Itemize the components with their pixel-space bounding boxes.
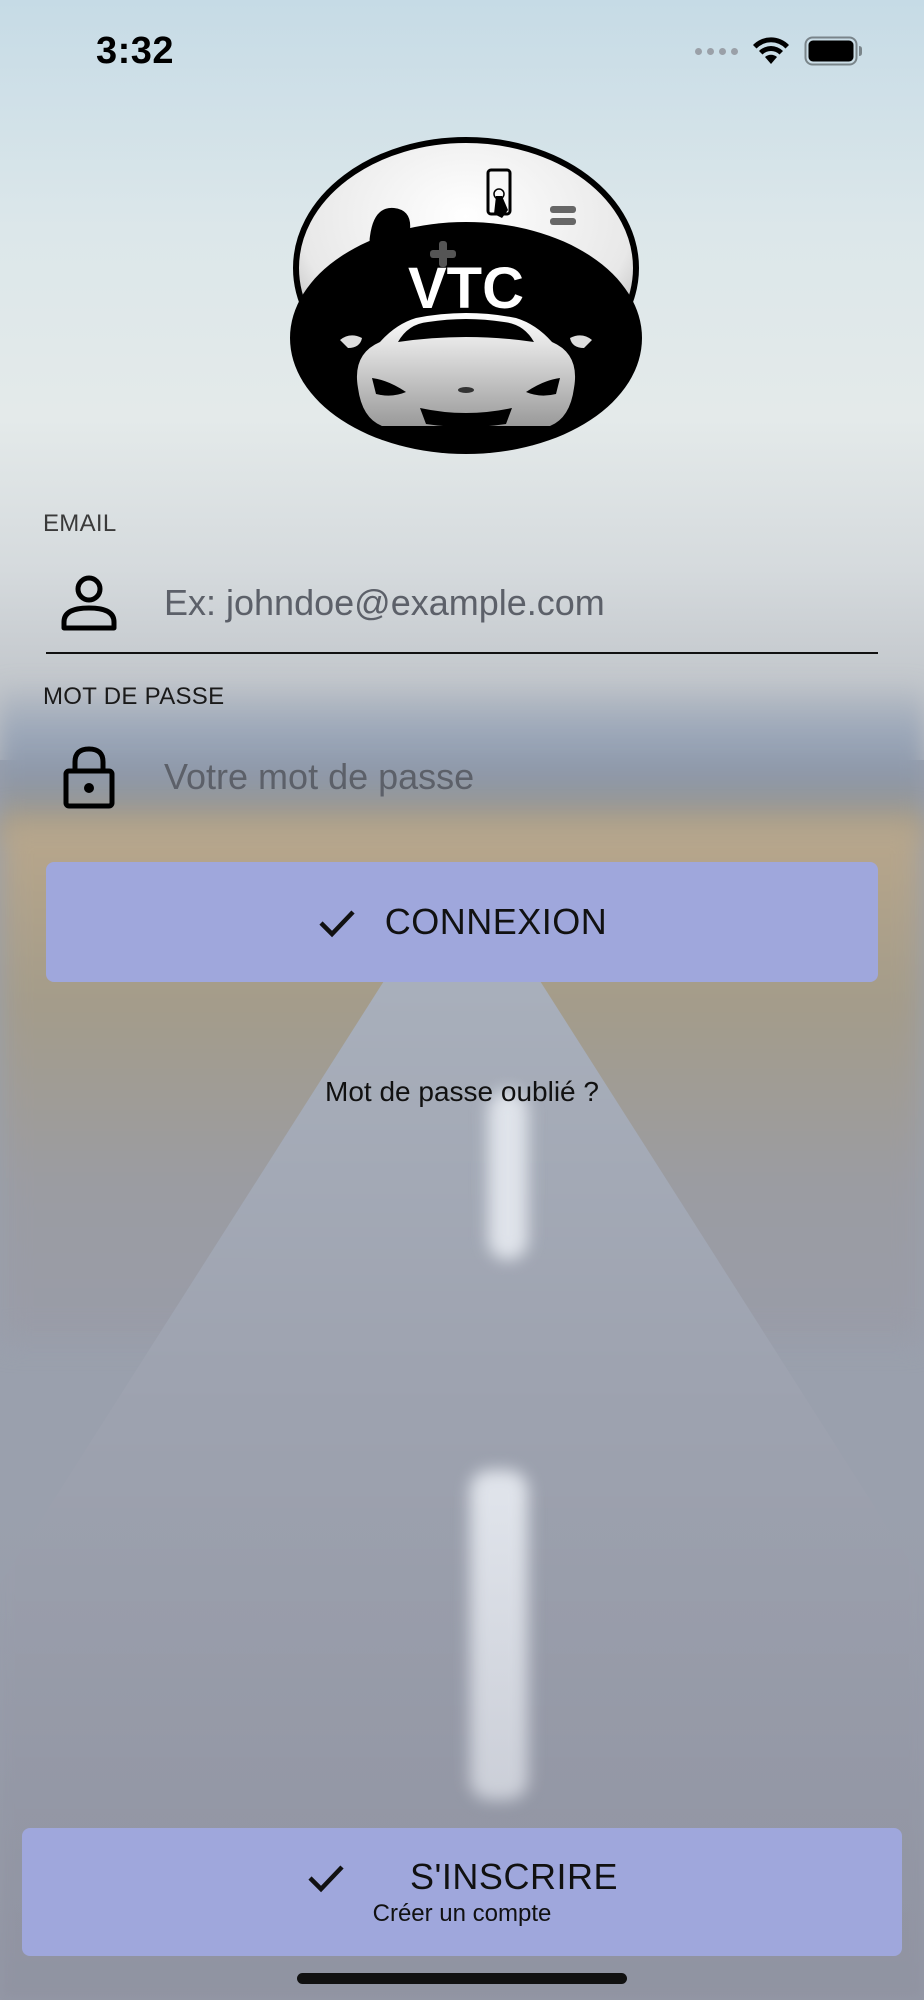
status-bar: 3:32 [0,0,924,100]
wifi-icon [753,37,789,64]
checkmark-icon [308,1865,344,1893]
signup-button-sublabel: Créer un compte [372,1900,552,1927]
forgot-password-link[interactable]: Mot de passe oublié ? [0,1076,924,1108]
cellular-signal-icon [695,47,738,55]
svg-text:VTC: VTC [408,256,524,321]
login-button-label: CONNEXION [384,901,608,942]
status-time: 3:32 [96,30,175,72]
lock-icon [63,746,115,809]
signup-button[interactable]: S'INSCRIRE Créer un compte [22,1828,902,1956]
checkmark-icon [319,910,355,938]
email-input[interactable] [162,572,866,634]
battery-icon [804,36,862,66]
password-input[interactable] [162,746,866,808]
password-field [46,726,878,826]
login-button[interactable]: CONNEXION [46,862,878,982]
signup-button-label: S'INSCRIRE [410,1856,618,1897]
home-indicator[interactable] [297,1973,627,1984]
password-label: MOT DE PASSE [43,683,225,710]
vtc-logo: VTC [288,118,644,458]
email-field [46,552,878,654]
email-label: EMAIL [43,510,117,537]
person-icon [61,575,117,631]
